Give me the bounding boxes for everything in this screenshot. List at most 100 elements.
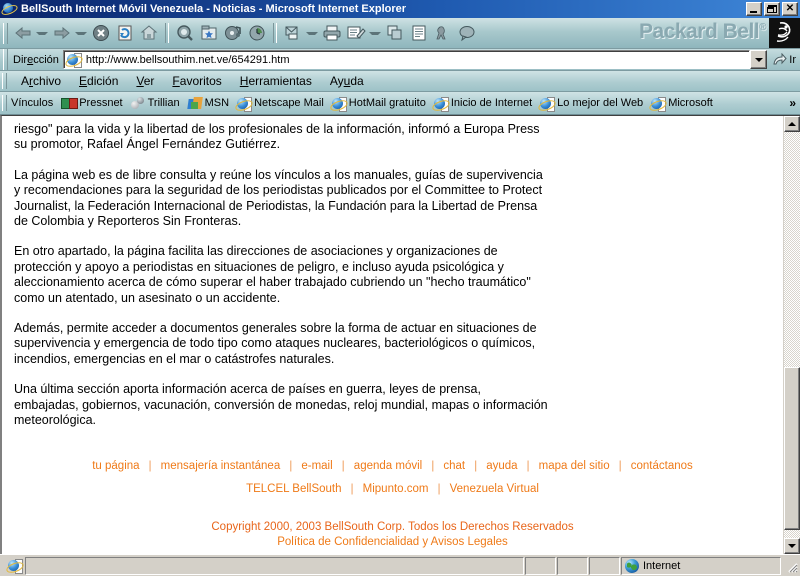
copyright-line-2[interactable]: Política de Confidencialidad y Avisos Le…: [14, 535, 771, 550]
chevron-down-icon: [754, 57, 763, 62]
back-dropdown-caret[interactable]: [36, 31, 48, 35]
scrollbar-thumb[interactable]: [784, 367, 800, 530]
footer-separator: |: [526, 457, 530, 472]
link-label: Pressnet: [79, 97, 123, 109]
packard-bell-mark-box[interactable]: [769, 18, 800, 48]
favorites-button[interactable]: [197, 21, 221, 45]
link-label: Lo mejor del Web: [557, 97, 644, 109]
browser-client-area: riesgo" para la vida y la libertad de lo…: [0, 115, 800, 554]
comment-button[interactable]: [455, 21, 479, 45]
address-bar: Dirección http://www.bellsouthim.net.ve/…: [0, 49, 800, 71]
go-button[interactable]: Ir: [767, 52, 800, 67]
footer-link-mensajeria-instantanea[interactable]: mensajería instantánea: [159, 460, 283, 472]
forward-dropdown-caret[interactable]: [75, 31, 87, 35]
link-netscape-mail[interactable]: Netscape Mail: [234, 96, 329, 113]
pressnet-icon: [61, 96, 79, 111]
footer-link-row-2: TELCEL BellSouth | Mipunto.com | Venezuela V…: [14, 480, 771, 498]
realplayer-button[interactable]: [431, 21, 455, 45]
main-toolbar: Packard Bell®: [0, 18, 800, 49]
media-button[interactable]: [221, 21, 245, 45]
ie-page-icon: [430, 96, 451, 113]
edit-button[interactable]: [344, 21, 368, 45]
link-msn[interactable]: MSN: [185, 96, 234, 111]
link-label: Inicio de Internet: [450, 97, 533, 109]
paragraph: En otro apartado, la página facilita las…: [14, 244, 531, 305]
menu-bar-grip[interactable]: [2, 73, 7, 89]
search-button[interactable]: [173, 21, 197, 45]
mail-dropdown-caret[interactable]: [306, 31, 318, 35]
footer-separator: |: [618, 457, 622, 472]
link-label: Trillian: [147, 97, 180, 109]
edit-dropdown-caret[interactable]: [369, 31, 381, 35]
ie-page-icon: [234, 96, 255, 113]
footer-link-mipunto-com[interactable]: Mipunto.com: [361, 483, 431, 495]
footer-link-chat[interactable]: chat: [441, 460, 467, 472]
home-button[interactable]: [137, 21, 161, 45]
footer-link-email[interactable]: e-mail: [299, 460, 334, 472]
menu-item-ver[interactable]: Ver: [127, 73, 163, 89]
title-bar: BellSouth Internet Móvil Venezuela - Not…: [0, 0, 800, 18]
address-dropdown-button[interactable]: [750, 50, 768, 69]
footer-separator: |: [350, 480, 354, 495]
menu-item-herramientas[interactable]: Herramientas: [231, 73, 321, 89]
menu-item-favoritos[interactable]: Favoritos: [163, 73, 230, 89]
menu-item-archivo[interactable]: Archivo: [12, 73, 70, 89]
window-icon: [0, 2, 19, 17]
page-viewport: riesgo" para la vida y la libertad de lo…: [2, 116, 783, 554]
link-label: Microsoft: [668, 97, 713, 109]
link-microsoft[interactable]: Microsoft: [648, 96, 718, 113]
footer-link-tu-pagina[interactable]: tu página: [90, 460, 141, 472]
toolbar-grip[interactable]: [3, 22, 8, 44]
address-label-post: cción: [33, 53, 59, 66]
footer-link-ayuda[interactable]: ayuda: [484, 460, 519, 472]
print-button[interactable]: [320, 21, 344, 45]
menu-item-ayuda[interactable]: Ayuda: [321, 73, 373, 89]
msn-butterfly-icon: [186, 96, 203, 111]
minimize-button[interactable]: [746, 2, 762, 16]
browser-window: BellSouth Internet Móvil Venezuela - Not…: [0, 0, 800, 576]
toolbar-separator: [165, 23, 169, 43]
window-title: BellSouth Internet Móvil Venezuela - Not…: [21, 3, 407, 15]
ie-page-icon: [537, 96, 558, 113]
footer-link-mapa-del-sitio[interactable]: mapa del sitio: [537, 460, 612, 472]
address-input[interactable]: http://www.bellsouthim.net.ve/654291.htm: [62, 50, 751, 69]
messenger-button[interactable]: [407, 21, 431, 45]
scrollbar-track[interactable]: [784, 132, 800, 538]
copyright-block: Copyright 2000, 2003 BellSouth Corp. Tod…: [14, 520, 771, 550]
link-pressnet[interactable]: Pressnet: [59, 96, 127, 111]
packard-bell-logo: Packard Bell®: [639, 20, 766, 44]
link-trillian[interactable]: Trillian: [128, 96, 185, 111]
menu-item-edicion[interactable]: Edición: [70, 73, 127, 89]
scroll-up-button[interactable]: [784, 116, 800, 132]
forward-button[interactable]: [50, 21, 74, 45]
back-button[interactable]: [11, 21, 35, 45]
scroll-down-button[interactable]: [784, 538, 800, 554]
maximize-restore-button[interactable]: [764, 2, 780, 16]
refresh-button[interactable]: [113, 21, 137, 45]
links-overflow-chevron-icon[interactable]: »: [789, 96, 796, 110]
footer-link-contactanos[interactable]: contáctanos: [629, 460, 695, 472]
vertical-scrollbar[interactable]: [783, 116, 800, 554]
link-hotmail-gratuito[interactable]: HotMail gratuito: [328, 96, 431, 113]
status-panel-1: [525, 556, 556, 575]
status-security-zone[interactable]: Internet: [621, 556, 781, 575]
status-message: [25, 556, 524, 575]
stop-button[interactable]: [89, 21, 113, 45]
close-button[interactable]: ✕: [782, 2, 798, 16]
address-bar-grip[interactable]: [3, 49, 8, 70]
resize-grip[interactable]: [784, 559, 798, 573]
ie-page-icon: [4, 558, 24, 575]
footer-link-telcel-bellsouth[interactable]: TELCEL BellSouth: [244, 483, 343, 495]
link-inicio-de-internet[interactable]: Inicio de Internet: [430, 96, 537, 113]
scroll-down-arrow-icon: [788, 544, 796, 548]
footer-link-venezuela-virtual[interactable]: Venezuela Virtual: [448, 483, 541, 495]
page-content: riesgo" para la vida y la libertad de lo…: [2, 116, 783, 550]
history-button[interactable]: [245, 21, 269, 45]
mail-button[interactable]: [281, 21, 305, 45]
footer-link-row-1: tu página | mensajería instantánea | e-mail |…: [14, 457, 771, 475]
discuss-button[interactable]: [383, 21, 407, 45]
links-bar-grip[interactable]: [2, 95, 7, 111]
footer-separator: |: [437, 480, 441, 495]
footer-link-agenda-movil[interactable]: agenda móvil: [352, 460, 424, 472]
link-lo-mejor-del-web[interactable]: Lo mejor del Web: [537, 96, 648, 113]
